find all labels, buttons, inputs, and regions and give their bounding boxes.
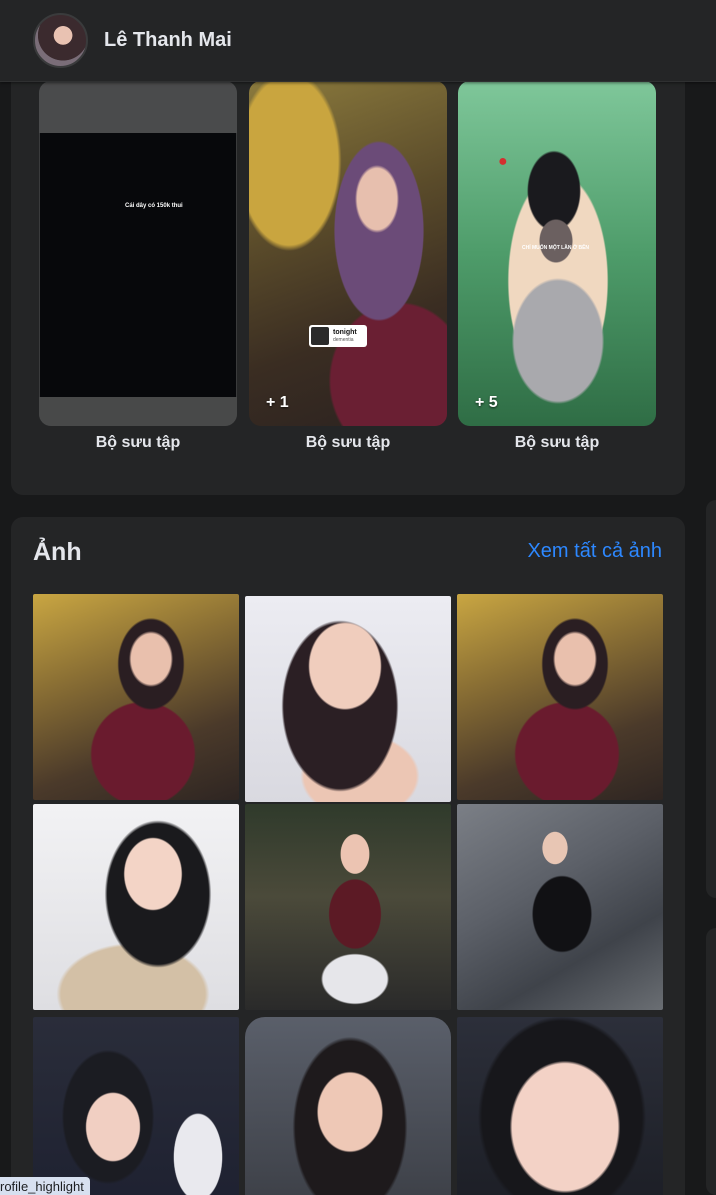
story-text: Cái dây có 150k thui [125,203,183,209]
photo-thumbnail[interactable] [245,596,451,802]
profile-name[interactable]: Lê Thanh Mai [104,29,232,52]
music-sticker: tonight dementia [309,325,367,347]
side-card-edge [706,928,716,1195]
collection-label[interactable]: Bộ sưu tập [458,434,656,452]
sticker-title: tonight [333,328,357,336]
photo-thumbnail[interactable] [33,594,239,800]
section-title: Ảnh [33,538,82,566]
story-frame [39,397,237,426]
photo-thumbnail[interactable] [33,1017,239,1195]
lips-icon: ● [498,153,508,170]
see-all-photos-link[interactable]: Xem tất cả ảnh [527,540,662,563]
album-thumb [311,327,329,345]
collection-label[interactable]: Bộ sưu tập [249,434,447,452]
sticker-subtitle: dementia [333,336,354,343]
story-frame [39,81,237,133]
photo-thumbnail[interactable] [457,1017,663,1195]
side-card-edge [706,500,716,898]
collection-label[interactable]: Bộ sưu tập [39,434,237,452]
photo-thumbnail[interactable] [457,804,663,1010]
story-preview [40,133,236,397]
profile-header: Lê Thanh Mai [0,0,716,82]
status-tooltip: rofile_highlight [0,1177,90,1195]
photo-thumbnail[interactable] [457,594,663,800]
photo-thumbnail[interactable] [245,804,451,1010]
collection-count: + 5 [475,394,498,411]
profile-page: Cái dây có 150k thui tonight dementia + … [0,0,716,1195]
avatar[interactable] [33,13,88,68]
collection-item[interactable]: tonight dementia + 1 [249,81,447,426]
collection-item[interactable]: Cái dây có 150k thui [39,81,237,426]
story-caption: CHỈ MUỐN MỘT LẦN Ở BÊN [522,245,590,251]
photo-thumbnail[interactable] [245,1017,451,1195]
collection-item[interactable]: ● CHỈ MUỐN MỘT LẦN Ở BÊN + 5 [458,81,656,426]
photo-thumbnail[interactable] [33,804,239,1010]
collection-count: + 1 [266,394,289,411]
